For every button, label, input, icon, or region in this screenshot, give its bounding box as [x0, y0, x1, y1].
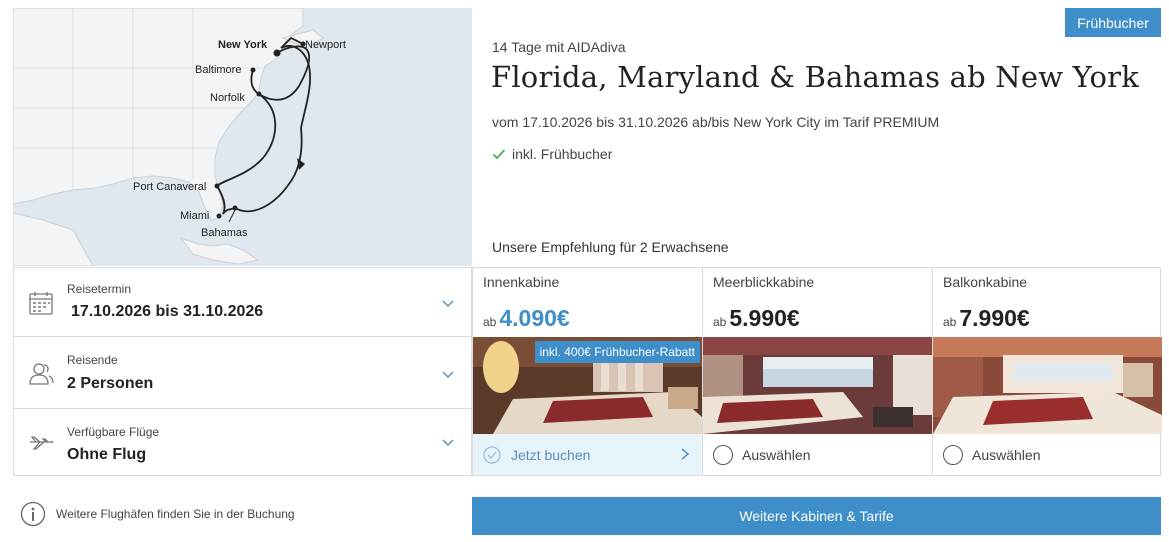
travel-date-label: Reisetermin — [67, 282, 132, 296]
airport-info: Weitere Flughäfen finden Sie in der Buch… — [20, 501, 295, 527]
price-amount: 7.990€ — [959, 305, 1030, 331]
cabin-name: Meerblickkabine — [713, 274, 815, 290]
inclusion-note: inkl. Frühbucher — [492, 146, 612, 162]
inclusion-text: inkl. Frühbucher — [512, 146, 613, 162]
travel-date-value: 17.10.2026 bis 31.10.2026 — [71, 303, 264, 320]
cruise-title: Florida, Maryland & Bahamas ab New York — [491, 60, 1139, 94]
price-prefix: ab — [483, 315, 497, 329]
cabin-price: ab 4.090€ — [483, 305, 570, 332]
select-balcony-button[interactable]: Auswählen — [933, 434, 1162, 475]
radio-button[interactable] — [713, 444, 733, 465]
price-prefix: ab — [943, 315, 957, 329]
price-prefix: ab — [713, 315, 727, 329]
cabin-name: Balkonkabine — [943, 274, 1028, 290]
select-label: Auswählen — [972, 446, 1041, 463]
price-amount: 4.090€ — [499, 305, 570, 331]
map-label-port-canaveral: Port Canaveral — [133, 181, 206, 193]
cruise-subtitle: 14 Tage mit AIDAdiva — [492, 39, 626, 55]
travelers-select[interactable]: Reisende 2 Personen — [14, 337, 471, 409]
checkmark-icon — [492, 149, 506, 160]
cruise-dates: vom 17.10.2026 bis 31.10.2026 ab/bis New… — [492, 114, 940, 130]
plane-icon — [30, 436, 54, 450]
cabin-card-seaview[interactable]: Meerblickkabine ab 5.990€ Auswählen — [702, 268, 932, 475]
more-cabins-button[interactable]: Weitere Kabinen & Tarife — [472, 497, 1161, 535]
map-label-baltimore: Baltimore — [195, 64, 241, 76]
cabin-price: ab 7.990€ — [943, 305, 1030, 332]
flights-select[interactable]: Verfügbare Flüge Ohne Flug — [14, 409, 471, 475]
map-label-miami: Miami — [180, 210, 209, 222]
travel-date-select[interactable]: Reisetermin 17.10.2026 bis 31.10.2026 — [14, 268, 471, 337]
fruehbucher-rabatt-badge: inkl. 400€ Frühbucher-Rabatt — [534, 341, 700, 363]
users-icon — [29, 363, 54, 385]
cabin-card-balcony[interactable]: Balkonkabine ab 7.990€ Auswählen — [932, 268, 1162, 475]
travelers-value: 2 Personen — [67, 375, 154, 392]
radio-button[interactable] — [943, 444, 963, 465]
cabin-options: Innenkabine ab 4.090€ inkl. 400€ Frühbuch… — [472, 267, 1162, 476]
chevron-down-icon — [442, 439, 454, 446]
book-now-label: Jetzt buchen — [511, 446, 591, 463]
map-label-norfolk: Norfolk — [210, 92, 245, 104]
book-now-button[interactable]: Jetzt buchen — [473, 434, 702, 475]
airport-info-text: Weitere Flughäfen finden Sie in der Buch… — [56, 507, 295, 521]
cabin-photo — [703, 337, 932, 434]
cabin-photo — [933, 337, 1162, 434]
route-map: New York Newport Baltimore Norfolk Port … — [13, 8, 472, 266]
select-seaview-button[interactable]: Auswählen — [703, 434, 932, 475]
flights-value: Ohne Flug — [67, 446, 147, 463]
booking-options-panel: Reisetermin 17.10.2026 bis 31.10.2026 Re… — [13, 267, 472, 476]
chevron-down-icon — [442, 371, 454, 378]
cabin-price: ab 5.990€ — [713, 305, 800, 332]
price-amount: 5.990€ — [729, 305, 800, 331]
chevron-right-icon — [681, 448, 690, 460]
info-icon — [20, 501, 46, 527]
map-label-newport: Newport — [305, 39, 346, 51]
map-label-new-york: New York — [218, 39, 268, 51]
select-label: Auswählen — [742, 446, 811, 463]
check-circle-icon — [483, 445, 501, 464]
flights-label: Verfügbare Flüge — [67, 425, 160, 439]
calendar-icon — [29, 292, 53, 315]
travelers-label: Reisende — [67, 353, 118, 367]
cabin-name: Innenkabine — [483, 274, 560, 290]
recommendation-text: Unsere Empfehlung für 2 Erwachsene — [492, 239, 729, 255]
map-label-bahamas: Bahamas — [201, 227, 248, 239]
cabin-card-inside[interactable]: Innenkabine ab 4.090€ inkl. 400€ Frühbuch… — [473, 268, 702, 475]
fruehbucher-badge: Frühbucher — [1065, 8, 1161, 37]
chevron-down-icon — [442, 300, 454, 307]
